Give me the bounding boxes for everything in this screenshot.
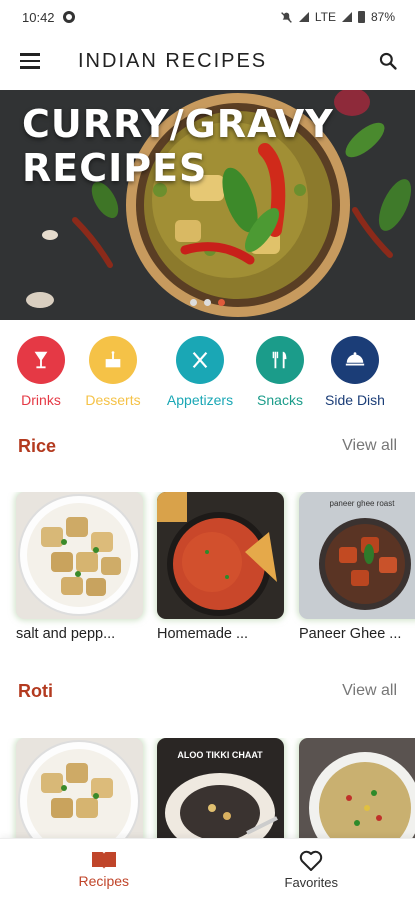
carousel-dot-active[interactable] [218, 299, 225, 306]
category-label: Appetizers [166, 392, 234, 408]
status-bar: 10:42 LTE 87% [0, 0, 415, 34]
battery-level: 87% [370, 10, 395, 24]
battery-icon [357, 11, 365, 23]
recipe-row-roti: ALOO TIKKI CHAAT [0, 738, 415, 838]
hero-banner[interactable]: CURRY/GRAVY RECIPES [0, 90, 415, 320]
cell-signal-icon [341, 12, 352, 22]
nav-label: Favorites [284, 874, 338, 890]
bottom-navigation: Recipes Favorites [0, 838, 415, 900]
recipe-image [299, 738, 415, 838]
recipe-card[interactable] [299, 738, 415, 838]
recipe-name: salt and pepp... [16, 626, 116, 642]
app-root: 10:42 LTE 87% INDIAN RECIPES CURRY/GRAVY… [0, 0, 415, 900]
recipe-image [157, 492, 284, 619]
book-icon [91, 852, 116, 869]
category-label: Drinks [21, 392, 61, 408]
mute-icon [280, 11, 292, 23]
hero-title: CURRY/GRAVY RECIPES [22, 102, 334, 190]
recipe-image-caption: ALOO TIKKI CHAAT [177, 750, 263, 760]
recipe-image-caption: paneer ghee roast [330, 499, 396, 508]
app-title: INDIAN RECIPES [78, 49, 268, 72]
carousel-dot[interactable] [204, 299, 211, 306]
search-icon [379, 52, 397, 70]
fork-knife-icon [176, 336, 224, 384]
carousel-indicator [0, 299, 415, 306]
cake-icon [89, 336, 137, 384]
search-button[interactable] [361, 34, 415, 88]
status-time: 10:42 [22, 9, 55, 25]
network-type: LTE [314, 10, 336, 24]
app-bar: INDIAN RECIPES [0, 34, 415, 88]
hero-title-line1: CURRY/GRAVY [22, 102, 334, 146]
category-label: Snacks [257, 392, 303, 408]
category-label: Desserts [85, 392, 141, 408]
category-partial[interactable]: M [362, 336, 415, 408]
recipe-card[interactable]: Homemade ... [157, 492, 284, 642]
section-title: Roti [18, 680, 53, 701]
nav-favorites[interactable]: Favorites [208, 839, 415, 900]
recipe-row-rice: salt and pepp... Homemade ... paneer ghe… [0, 492, 415, 652]
category-strip: Drinks Desserts Appetizers Snacks Side D… [0, 330, 415, 410]
view-all-button[interactable]: View all [342, 437, 397, 455]
hero-title-line2: RECIPES [22, 146, 208, 190]
glass-icon [17, 336, 65, 384]
category-appetizers[interactable]: Appetizers [155, 336, 245, 408]
wifi-signal-icon [298, 12, 309, 22]
recipe-image [16, 738, 143, 838]
section-title: Rice [18, 435, 57, 456]
menu-icon [20, 53, 40, 56]
notification-icon [62, 11, 75, 23]
carousel-dot[interactable] [190, 299, 197, 306]
recipe-name: Homemade ... [157, 626, 249, 642]
section-header-roti: Roti View all [0, 676, 415, 706]
view-all-button[interactable]: View all [342, 682, 397, 700]
category-desserts[interactable]: Desserts [68, 336, 158, 408]
recipe-image: ALOO TIKKI CHAAT [157, 738, 284, 838]
menu-button[interactable] [0, 34, 60, 88]
recipe-card[interactable] [16, 738, 143, 838]
recipe-image: paneer ghee roast [299, 492, 415, 619]
recipe-card[interactable]: salt and pepp... [16, 492, 143, 642]
recipe-name: Paneer Ghee ... [299, 626, 402, 642]
nav-label: Recipes [78, 873, 130, 889]
section-header-rice: Rice View all [0, 431, 415, 461]
recipe-card[interactable]: paneer ghee roast Paneer Ghee ... [299, 492, 415, 642]
recipe-image [16, 492, 143, 619]
recipe-card[interactable]: ALOO TIKKI CHAAT [157, 738, 284, 838]
heart-icon [300, 850, 323, 871]
nav-recipes[interactable]: Recipes [0, 839, 208, 900]
cutlery-icon [256, 336, 304, 384]
